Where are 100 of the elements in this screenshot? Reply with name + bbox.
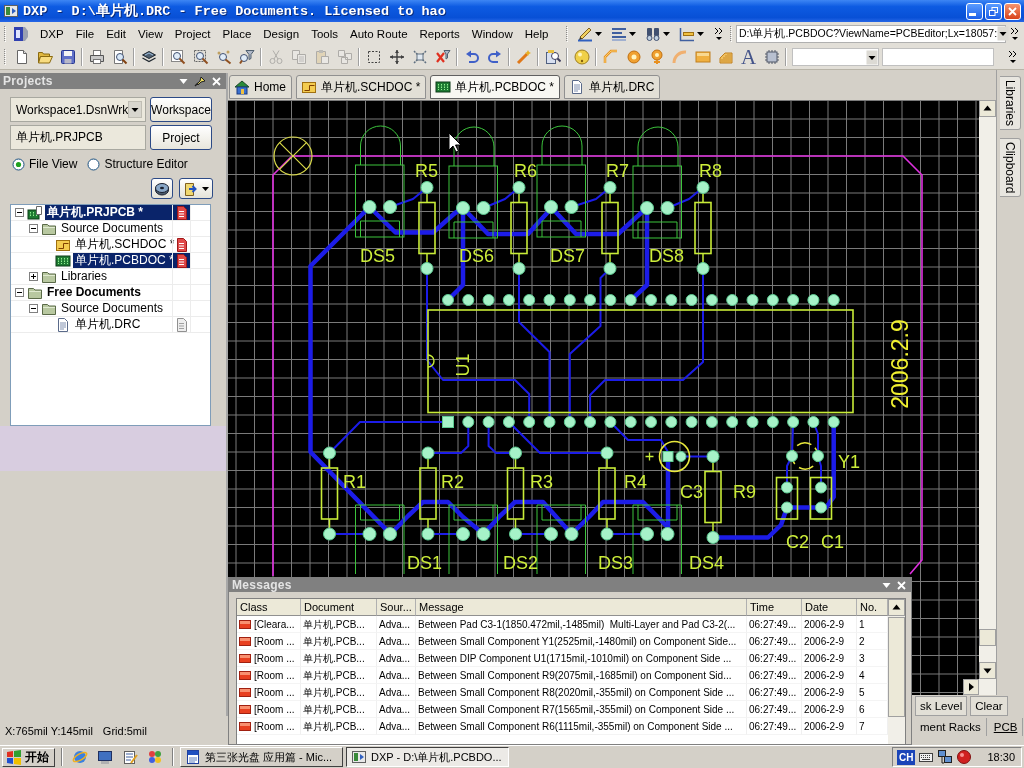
menu-item[interactable]: File bbox=[69, 27, 101, 40]
ruler-icon[interactable] bbox=[679, 25, 695, 42]
tree-item[interactable]: 单片机.PRJPCB * bbox=[45, 205, 172, 220]
close-icon[interactable] bbox=[897, 580, 906, 590]
notepad-pencil-icon[interactable] bbox=[122, 749, 138, 765]
menu-item[interactable]: Reports bbox=[413, 27, 466, 40]
toolbar-grip[interactable] bbox=[729, 24, 733, 43]
menu-item[interactable]: Design bbox=[257, 27, 306, 40]
address-field[interactable]: D:\单片机.PCBDOC?ViewName=PCBEditor;Lx=18057: bbox=[736, 24, 1006, 43]
restore-button[interactable] bbox=[985, 2, 1002, 20]
close-icon[interactable] bbox=[212, 76, 221, 86]
browse-icon[interactable] bbox=[544, 49, 561, 65]
column-header[interactable]: Class bbox=[237, 599, 301, 616]
radio-option[interactable]: File View bbox=[12, 157, 78, 171]
panel-tab[interactable]: PCB bbox=[988, 718, 1024, 736]
print-preview-icon[interactable] bbox=[111, 49, 128, 65]
scrollbar-thumb[interactable] bbox=[979, 629, 996, 646]
layers-icon[interactable] bbox=[140, 49, 157, 65]
column-header[interactable]: Date bbox=[802, 599, 857, 616]
side-tab[interactable]: Clipboard bbox=[1000, 138, 1021, 198]
menu-item[interactable]: Auto Route bbox=[344, 27, 414, 40]
project-field[interactable]: 单片机.PRJPCB bbox=[10, 125, 146, 150]
pencil-ruler-icon[interactable] bbox=[577, 25, 593, 42]
vertical-scrollbar[interactable] bbox=[888, 599, 905, 744]
redo-icon[interactable] bbox=[486, 49, 503, 65]
via-icon[interactable] bbox=[648, 49, 665, 65]
toolbar-grip[interactable] bbox=[3, 48, 7, 66]
side-tab[interactable]: Libraries bbox=[1000, 76, 1021, 131]
toolbar-grip[interactable] bbox=[565, 24, 569, 43]
document-tab[interactable]: 单片机.DRC bbox=[564, 75, 661, 99]
clear-filter-icon[interactable] bbox=[434, 49, 451, 65]
minus-box-icon[interactable] bbox=[29, 304, 38, 313]
open-folder-icon[interactable] bbox=[36, 49, 53, 65]
workspace-dropdown[interactable]: Workspace1.DsnWrk bbox=[10, 97, 146, 122]
plus-box-icon[interactable] bbox=[29, 272, 38, 281]
dashed-rectangle-icon[interactable] bbox=[365, 49, 382, 65]
menu-item[interactable]: Window bbox=[465, 27, 519, 40]
radio-option[interactable]: Structure Editor bbox=[87, 157, 188, 171]
desktop-icon[interactable] bbox=[97, 749, 113, 765]
color-circles-icon[interactable] bbox=[147, 749, 163, 765]
deselect-icon[interactable] bbox=[411, 49, 428, 65]
network-computers-icon[interactable] bbox=[937, 749, 954, 765]
document-tab[interactable]: 单片机.SCHDOC * bbox=[296, 75, 427, 99]
document-menu-button[interactable] bbox=[179, 178, 213, 199]
caret-icon[interactable] bbox=[697, 31, 704, 36]
column-header[interactable]: Time bbox=[747, 599, 802, 616]
printer-icon[interactable] bbox=[88, 49, 105, 65]
workspace-button[interactable]: Workspace bbox=[150, 97, 212, 122]
text-tool-button[interactable]: A bbox=[740, 48, 757, 66]
chip-icon[interactable] bbox=[763, 49, 780, 65]
zoom-icon[interactable] bbox=[169, 49, 186, 65]
zoom-selection-icon[interactable] bbox=[215, 49, 232, 65]
help-icon[interactable] bbox=[573, 49, 590, 65]
filter-zoom-icon[interactable] bbox=[238, 49, 255, 65]
taskbar-button[interactable]: 第三张光盘 应用篇 - Mic... bbox=[180, 747, 343, 767]
column-header[interactable]: No. bbox=[857, 599, 888, 616]
taskbar-button[interactable]: DXP - D:\单片机.PCBDO... bbox=[346, 747, 509, 767]
tree-item[interactable]: Free Documents bbox=[45, 285, 144, 300]
column-header[interactable]: Sour... bbox=[377, 599, 416, 616]
caret-icon[interactable] bbox=[629, 31, 636, 36]
ball-icon[interactable] bbox=[956, 749, 973, 765]
globe-icon[interactable] bbox=[72, 749, 88, 765]
panel-button[interactable]: Clear bbox=[970, 696, 1008, 716]
menu-item[interactable]: View bbox=[132, 27, 169, 40]
dropdown-triangle-icon[interactable] bbox=[882, 580, 891, 590]
minus-box-icon[interactable] bbox=[15, 208, 24, 217]
tree-item[interactable]: 单片机.DRC bbox=[73, 317, 143, 332]
panel-tab[interactable]: ment Racks bbox=[915, 718, 987, 736]
language-indicator[interactable]: CH bbox=[897, 749, 916, 765]
menu-item[interactable]: Project bbox=[168, 27, 217, 40]
binoculars-icon[interactable] bbox=[645, 25, 661, 42]
compile-button[interactable] bbox=[151, 178, 173, 199]
menu-item[interactable]: Edit bbox=[100, 27, 132, 40]
menu-item[interactable]: DXP bbox=[34, 27, 70, 40]
scrollbar-thumb[interactable] bbox=[888, 617, 905, 717]
close-button[interactable] bbox=[1004, 2, 1021, 20]
start-button[interactable]: 开始 bbox=[2, 747, 55, 767]
caret-icon[interactable] bbox=[595, 31, 602, 36]
dropdown-triangle-icon[interactable] bbox=[179, 76, 188, 86]
tree-item[interactable]: Source Documents bbox=[59, 221, 166, 236]
vertical-scrollbar[interactable] bbox=[979, 100, 996, 695]
chevron-icon[interactable] bbox=[714, 25, 724, 42]
minimize-button[interactable] bbox=[966, 2, 983, 20]
toolbar-field[interactable] bbox=[882, 48, 994, 66]
caret-icon[interactable] bbox=[663, 31, 670, 36]
panel-button[interactable]: sk Level bbox=[915, 696, 968, 716]
menu-item[interactable]: Help bbox=[518, 27, 555, 40]
chevron-icon[interactable] bbox=[1008, 49, 1018, 65]
column-header[interactable]: Document bbox=[301, 599, 377, 616]
minus-box-icon[interactable] bbox=[29, 224, 38, 233]
zoom-area-icon[interactable] bbox=[192, 49, 209, 65]
minus-box-icon[interactable] bbox=[15, 288, 24, 297]
chevron-icon[interactable] bbox=[1010, 25, 1020, 42]
move-arrows-icon[interactable] bbox=[388, 49, 405, 65]
project-button[interactable]: Project bbox=[150, 125, 212, 150]
pin-icon[interactable] bbox=[194, 75, 206, 87]
document-tab[interactable]: Home bbox=[229, 75, 292, 99]
tree-item[interactable]: Source Documents bbox=[59, 301, 166, 316]
toolbar-grip[interactable] bbox=[3, 24, 7, 43]
document-tab[interactable]: 单片机.PCBDOC * bbox=[430, 75, 561, 99]
